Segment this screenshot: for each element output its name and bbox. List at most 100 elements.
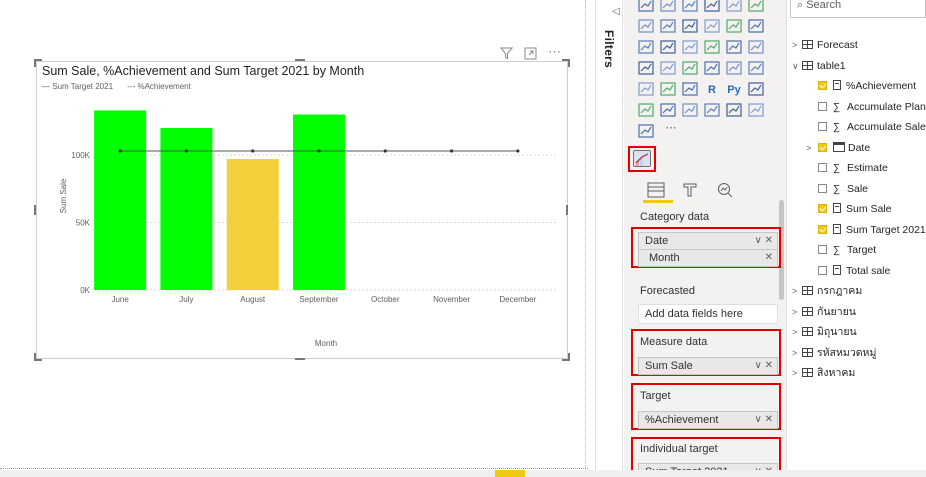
category-field-date[interactable]: Date ∨ ✕ <box>638 232 778 250</box>
r-visual-icon[interactable]: R <box>703 82 721 98</box>
table-item[interactable]: > รหัสหมวดหมู่ <box>792 346 876 360</box>
area-icon[interactable] <box>659 19 677 35</box>
stacked-column-icon[interactable] <box>681 0 699 14</box>
clustered-bar-icon[interactable] <box>659 0 677 14</box>
field-item[interactable]: > Date <box>806 141 870 155</box>
close-icon[interactable]: ✕ <box>765 360 773 371</box>
multirow-card-icon[interactable] <box>725 61 743 77</box>
category-field-month[interactable]: Month ✕ <box>638 249 778 267</box>
table-forecast[interactable]: > Forecast <box>792 38 858 52</box>
field-label: Month <box>649 252 680 264</box>
map-icon[interactable] <box>637 61 655 77</box>
field-item[interactable]: Sum Sale <box>818 202 892 216</box>
analytics-tab-icon[interactable] <box>716 182 734 203</box>
treemap-icon[interactable] <box>747 40 765 56</box>
field-item[interactable]: ∑ Estimate <box>818 161 888 175</box>
qa-icon[interactable] <box>659 103 677 119</box>
field-item[interactable]: ∑ Accumulate Plan <box>818 100 926 114</box>
chevron-right-icon[interactable]: > <box>792 346 802 360</box>
donut-icon[interactable] <box>725 40 743 56</box>
filled-map-icon[interactable] <box>659 61 677 77</box>
table-item[interactable]: > กรกฎาคม <box>792 284 862 298</box>
field-checkbox[interactable] <box>818 81 827 90</box>
close-icon[interactable]: ✕ <box>765 235 773 246</box>
collapse-filters-icon[interactable]: ◁ <box>612 6 620 17</box>
field-checkbox[interactable] <box>818 101 827 111</box>
forecasted-dropzone[interactable]: Add data fields here <box>638 304 778 324</box>
kpi-icon[interactable] <box>747 61 765 77</box>
scatter-icon[interactable] <box>681 40 699 56</box>
format-tab-icon[interactable] <box>681 182 699 203</box>
table-icon[interactable] <box>659 82 677 98</box>
close-icon[interactable]: ✕ <box>765 250 773 266</box>
line-column-icon[interactable] <box>703 19 721 35</box>
paginated-icon[interactable] <box>703 103 721 119</box>
field-checkbox[interactable] <box>818 122 827 131</box>
field-checkbox[interactable] <box>818 204 827 213</box>
chevron-right-icon[interactable]: > <box>792 366 802 380</box>
table-item[interactable]: > กันยายน <box>792 305 856 319</box>
chevron-down-icon[interactable]: ∨ <box>792 59 802 73</box>
stacked-bar-icon[interactable] <box>637 0 655 14</box>
field-checkbox[interactable] <box>818 265 827 275</box>
chevron-down-icon[interactable]: ∨ <box>755 360 762 371</box>
key-influencers-icon[interactable] <box>747 82 765 98</box>
line-icon[interactable] <box>637 19 655 35</box>
active-page-tab[interactable] <box>495 470 525 477</box>
matrix-icon[interactable] <box>681 82 699 98</box>
chevron-right-icon[interactable]: > <box>792 305 802 319</box>
more-options-icon[interactable]: ⋯ <box>548 44 562 60</box>
chevron-down-icon[interactable]: ∨ <box>755 235 762 246</box>
gauge-icon[interactable] <box>681 61 699 77</box>
100-bar-icon[interactable] <box>725 0 743 14</box>
field-checkbox[interactable] <box>818 183 827 193</box>
field-controls[interactable]: ∨ ✕ <box>755 358 774 374</box>
chevron-right-icon[interactable]: > <box>792 38 802 52</box>
measure-field-sum-sale[interactable]: Sum Sale ∨ ✕ <box>638 357 778 375</box>
page-tabs-bar[interactable] <box>0 470 926 477</box>
target-field-achievement[interactable]: %Achievement ∨ ✕ <box>638 411 778 429</box>
field-item[interactable]: Total sale <box>818 264 890 278</box>
field-checkbox[interactable] <box>818 245 827 254</box>
power-apps-icon[interactable] <box>725 103 743 119</box>
card-icon[interactable] <box>703 61 721 77</box>
chevron-right-icon[interactable]: > <box>792 325 802 339</box>
close-icon[interactable]: ✕ <box>765 414 773 425</box>
field-item[interactable]: ∑ Accumulate Sale <box>818 120 926 134</box>
waterfall-icon[interactable] <box>637 40 655 56</box>
chevron-right-icon[interactable]: > <box>806 141 818 155</box>
chevron-down-icon[interactable]: ∨ <box>755 414 762 425</box>
field-controls[interactable]: ∨ ✕ <box>755 233 774 249</box>
field-checkbox[interactable] <box>818 142 827 152</box>
table-name: Forecast <box>817 39 858 51</box>
ribbon-icon[interactable] <box>747 19 765 35</box>
clustered-column-icon[interactable] <box>703 0 721 14</box>
table-item[interactable]: > มิถุนายน <box>792 325 857 339</box>
power-automate-icon[interactable] <box>747 103 765 119</box>
field-item[interactable]: Sum Target 2021 <box>818 223 926 237</box>
table-item[interactable]: > สิงหาคม <box>792 366 855 380</box>
filters-pane[interactable] <box>595 0 623 470</box>
field-item[interactable]: ∑ Sale <box>818 182 868 196</box>
field-checkbox[interactable] <box>818 163 827 172</box>
bullet-chart-icon[interactable] <box>633 150 651 167</box>
smart-narrative-icon[interactable] <box>681 103 699 119</box>
field-checkbox[interactable] <box>818 224 827 234</box>
field-controls[interactable]: ∨ ✕ <box>755 412 774 428</box>
field-item[interactable]: ∑ Target <box>818 243 876 257</box>
field-item[interactable]: %Achievement <box>818 79 916 93</box>
python-visual-icon[interactable]: Py <box>725 82 743 98</box>
chevron-right-icon[interactable]: > <box>792 284 802 298</box>
fields-search-input[interactable]: ⌕ Search <box>790 0 926 18</box>
funnel-chart-icon[interactable] <box>659 40 677 56</box>
table-table1[interactable]: ∨ table1 <box>792 59 846 73</box>
more-visuals-icon[interactable]: ⋯ <box>662 120 680 136</box>
filters-label[interactable]: Filters <box>602 30 616 68</box>
100-column-icon[interactable] <box>747 0 765 14</box>
decomposition-icon[interactable] <box>637 103 655 119</box>
slicer-icon[interactable] <box>637 82 655 98</box>
pie-icon[interactable] <box>703 40 721 56</box>
power-automate-flow-icon[interactable] <box>637 124 655 140</box>
stacked-area-icon[interactable] <box>681 19 699 35</box>
line-clustered-icon[interactable] <box>725 19 743 35</box>
